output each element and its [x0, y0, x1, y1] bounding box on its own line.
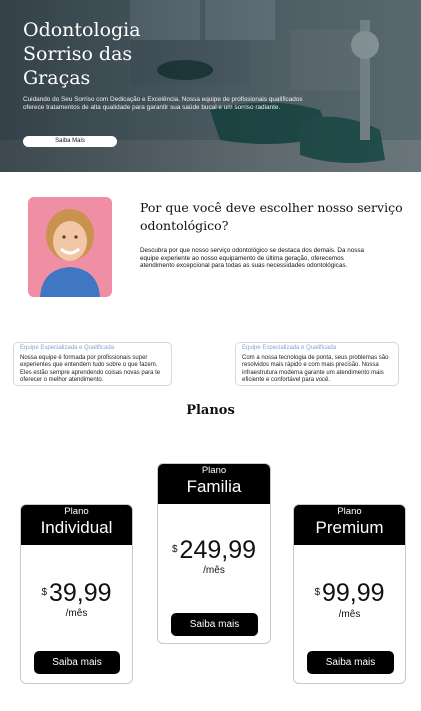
plan-card-individual: Plano Individual $39,99 /mês Saiba mais [20, 504, 133, 684]
plan-saiba-mais-button[interactable]: Saiba mais [307, 651, 394, 674]
currency-symbol: $ [171, 544, 178, 555]
hero-saiba-mais-button[interactable]: Saiba Mais [23, 136, 117, 147]
price-value: 39,99 [49, 579, 112, 607]
plan-name: Familia [186, 477, 242, 496]
plan-label: Plano [337, 506, 362, 517]
plan-label: Plano [64, 506, 89, 517]
plan-price: $249,99 [158, 536, 270, 564]
feature-card-title: Equipe Especializada e Qualificada [242, 345, 337, 351]
feature-card: Equipe Especializada e Qualificada Nossa… [13, 342, 172, 386]
hero-description: Cuidando do Seu Sorriso com Dedicação e … [23, 96, 303, 112]
smiling-child-photo [28, 197, 112, 297]
price-value: 99,99 [322, 579, 385, 607]
why-choose-description: Descubra por que nosso serviço odontológ… [140, 247, 365, 270]
feature-card-title: Equipe Especializada e Qualificada [20, 345, 115, 351]
why-choose-title: Por que você deve escolher nosso serviço… [140, 200, 403, 233]
currency-symbol: $ [314, 587, 320, 598]
feature-card-text: Nossa equipe é formada por profissionais… [20, 355, 161, 384]
plan-header: Plano Individual [21, 505, 132, 545]
feature-card-text: Com a nossa tecnologia de ponta, seus pr… [242, 355, 389, 384]
price-value: 249,99 [179, 536, 257, 564]
plan-header: Plano Familia [158, 464, 270, 504]
plan-period: /mês [338, 609, 361, 620]
plan-period: /mês [203, 565, 225, 576]
plan-price: $39,99 [21, 579, 132, 607]
plan-name: Individual [40, 518, 113, 537]
plan-price: $99,99 [294, 579, 405, 607]
hero-banner: Odontologia Sorriso das Graças Cuidando … [0, 0, 421, 172]
plan-header: Plano Premium [294, 505, 405, 545]
feature-card: Equipe Especializada e Qualificada Com a… [235, 342, 399, 386]
plan-saiba-mais-button[interactable]: Saiba mais [34, 651, 120, 674]
plans-title: Planos [186, 403, 235, 418]
currency-symbol: $ [41, 587, 47, 598]
plan-name: Premium [315, 518, 384, 537]
plan-card-premium: Plano Premium $99,99 /mês Saiba mais [293, 504, 406, 684]
plan-period: /mês [65, 608, 88, 619]
plan-label: Plano [201, 465, 227, 476]
plan-saiba-mais-button[interactable]: Saiba mais [171, 613, 258, 636]
plan-card-familia: Plano Familia $249,99 /mês Saiba mais [157, 463, 271, 644]
hero-title: Odontologia Sorriso das Graças [23, 19, 141, 89]
